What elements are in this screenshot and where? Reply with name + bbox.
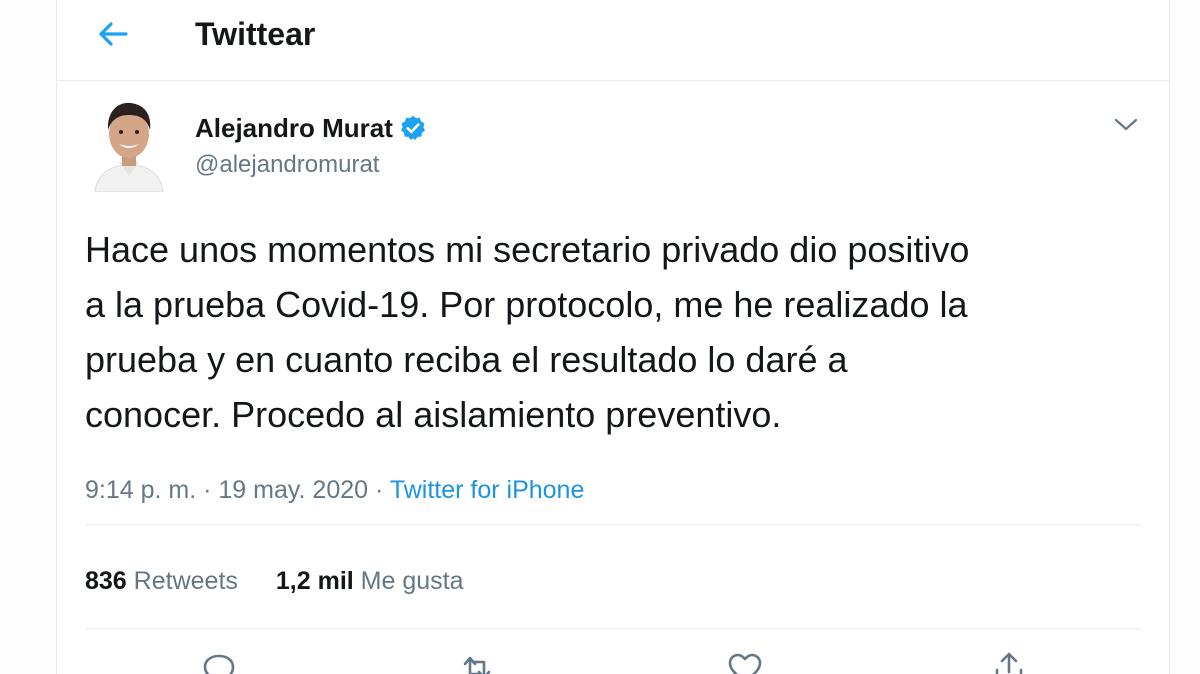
reply-button[interactable] [199,648,239,674]
divider [85,524,1141,525]
retweets-stat[interactable]: 836 Retweets [85,564,238,598]
tweet-column: Twittear Alejandro Murat @alejandromurat… [56,0,1170,674]
likes-stat[interactable]: 1,2 mil Me gusta [276,564,464,598]
share-icon [995,652,1023,674]
tweet-source-link[interactable]: Twitter for iPhone [390,476,585,504]
tweet-stats: 836 Retweets 1,2 mil Me gusta [85,564,464,598]
profile-photo [89,96,169,192]
back-button[interactable] [93,14,133,54]
retweets-count: 836 [85,567,127,595]
page: Twittear Alejandro Murat @alejandromurat… [0,0,1200,674]
heart-icon [728,653,762,674]
tweet-text: Hace unos momentos mi secretario privado… [85,229,970,435]
header-bar: Twittear [57,0,1169,81]
page-title: Twittear [195,16,316,52]
likes-count: 1,2 mil [275,567,354,595]
action-bar [57,648,1169,674]
tweet-time[interactable]: 9:14 p. m. [85,476,196,504]
back-arrow-icon [99,22,128,46]
verified-badge-icon [399,114,427,142]
author-handle[interactable]: @alejandromurat [195,150,379,180]
retweet-button[interactable] [457,648,497,674]
tweet-date[interactable]: 19 may. 2020 [218,476,368,504]
author-name[interactable]: Alejandro Murat [195,112,427,144]
meta-separator: · [375,476,384,504]
author-name-text[interactable]: Alejandro Murat [195,112,393,144]
retweet-icon [463,656,491,674]
divider [85,628,1141,629]
retweets-label: Retweets [133,567,238,595]
likes-label: Me gusta [360,567,464,595]
meta-separator: · [203,476,212,504]
chevron-down-icon [1114,118,1138,131]
avatar[interactable] [89,96,169,192]
more-options-button[interactable] [1109,110,1143,140]
like-button[interactable] [725,648,765,674]
reply-icon [203,654,235,674]
share-button[interactable] [989,648,1029,674]
tweet-meta: 9:14 p. m. · 19 may. 2020 · Twitter for … [85,474,584,506]
